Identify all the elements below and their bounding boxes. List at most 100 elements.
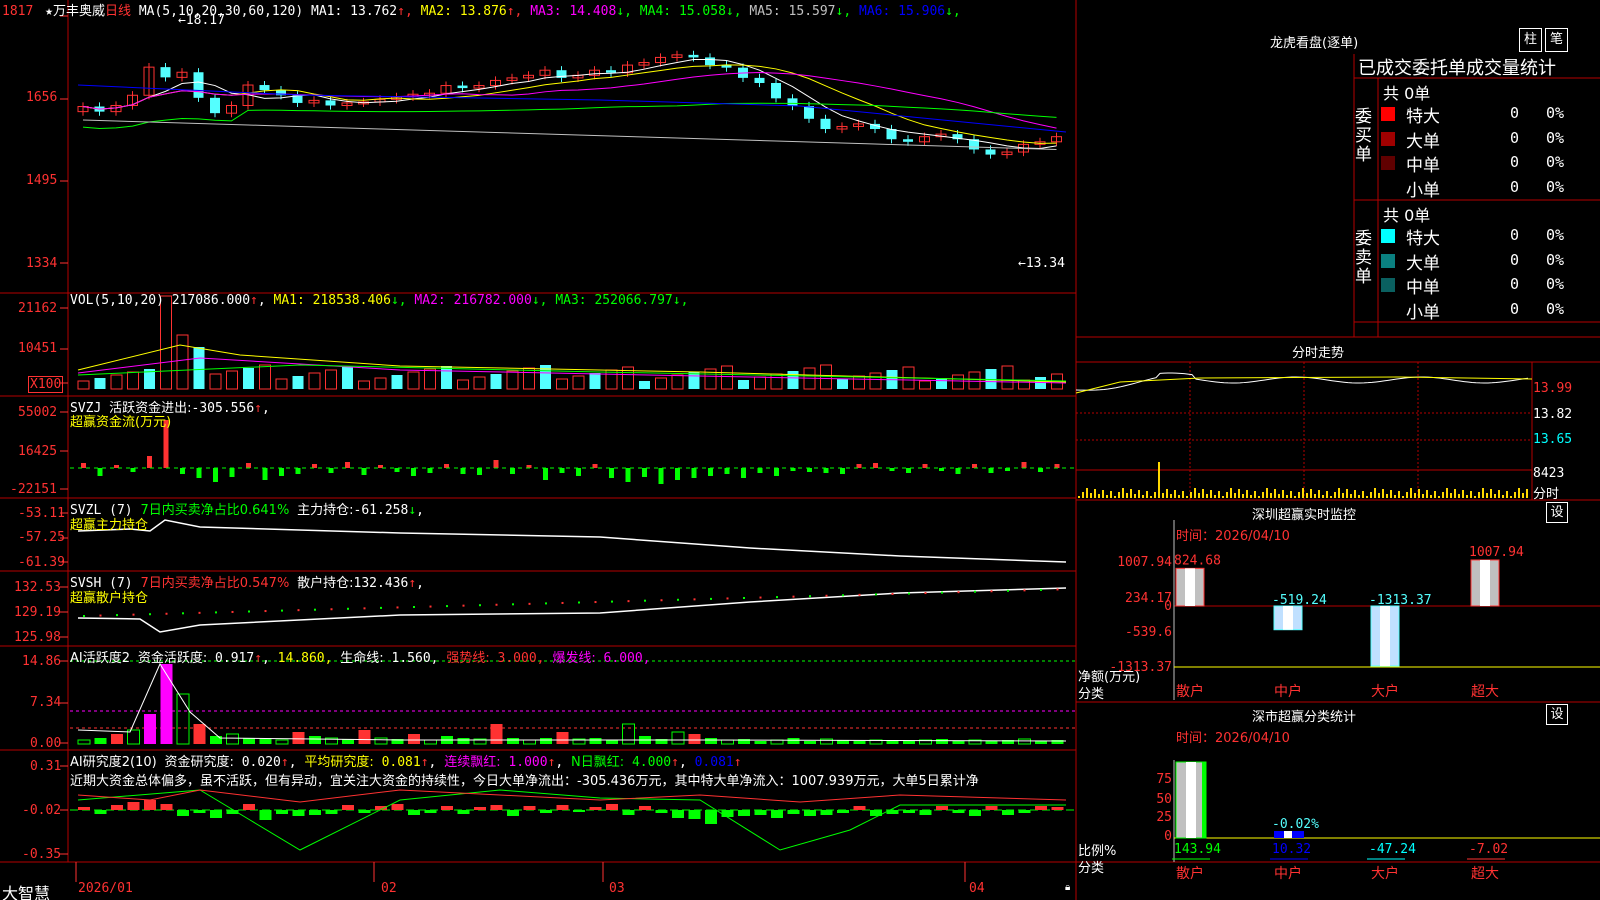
ai2-tick: -0.35 <box>22 847 62 862</box>
price-tick: 1334 <box>26 256 58 271</box>
intraday-vol-bar <box>1458 494 1460 498</box>
holding-dot <box>446 605 448 608</box>
activity-bar <box>622 723 635 745</box>
volume-bar <box>358 380 370 390</box>
activity-bar <box>1035 741 1047 744</box>
ss-settings-button[interactable]: 设 <box>1546 704 1568 725</box>
color-swatch <box>1381 156 1395 170</box>
flow-bar <box>130 468 136 472</box>
svzl-tick: -57.25 <box>18 530 65 545</box>
candle-body <box>193 72 204 98</box>
research-bar <box>177 810 189 816</box>
holding-dot <box>495 603 498 606</box>
holding-dot <box>924 592 927 595</box>
volume-bar <box>721 365 733 390</box>
activity-bar <box>259 739 272 744</box>
vol-ma-label: MA3: <box>547 293 595 308</box>
ss-value-label: 10.32 <box>1272 842 1311 857</box>
sz-bar-label: -519.24 <box>1272 593 1327 608</box>
ma-arrow: ↓, <box>835 4 852 19</box>
intraday-vol-bar <box>1498 490 1500 498</box>
intraday-vol-bar <box>1442 492 1444 498</box>
research-bar <box>705 810 717 824</box>
intraday-vol-bar <box>1090 493 1092 498</box>
activity-bar <box>457 738 470 744</box>
star-icon[interactable]: ★ <box>45 4 53 19</box>
flow-bar <box>477 468 482 475</box>
volume-bar <box>770 373 783 390</box>
research-bar <box>969 810 981 816</box>
sz-settings-button[interactable]: 设 <box>1546 502 1568 523</box>
activity-bar <box>540 738 552 744</box>
research-bar <box>408 810 420 815</box>
volume-bar <box>473 376 486 390</box>
candle-body <box>804 106 814 119</box>
ai1-tick: 14.86 <box>22 654 62 669</box>
research-bar <box>919 810 932 815</box>
holding-dot <box>594 601 597 604</box>
research-bar <box>457 810 470 814</box>
intraday-vol-bar <box>1294 496 1296 498</box>
flow-bar <box>427 468 433 473</box>
ma-label: MA2: <box>412 4 460 19</box>
volume-bar <box>308 372 321 390</box>
column-mode-button[interactable]: 柱 <box>1519 28 1542 52</box>
intraday-vol-bar <box>1150 496 1152 498</box>
research-bar <box>556 805 569 810</box>
sz-bar-label: -1313.37 <box>1369 593 1432 608</box>
activity-bar <box>688 734 701 744</box>
research-bar <box>985 806 998 810</box>
vol-tick: 21162 <box>18 301 58 316</box>
flow-bar <box>1038 468 1043 472</box>
ma-arrow: ↓, <box>725 4 742 19</box>
ma-value: 15.058 <box>678 4 726 19</box>
holding-dot <box>858 593 861 596</box>
research-bar <box>490 805 503 810</box>
research-bar <box>655 810 668 813</box>
research-bar <box>78 807 90 810</box>
research-bar <box>193 810 206 813</box>
volume-bar <box>457 379 469 390</box>
holding-dot <box>314 608 316 611</box>
flow-bar <box>196 468 202 478</box>
intraday-tick: 13.65 <box>1533 432 1573 447</box>
svzj-subtitle: 超赢资金流(万元) <box>70 415 172 430</box>
ai1-tick: 0.00 <box>30 736 62 751</box>
date-label: 02 <box>381 881 397 896</box>
vol-ma-label: MA2: <box>406 293 454 308</box>
flow-bar <box>81 463 86 468</box>
activity-bar <box>556 732 569 744</box>
order-size-label: 中单 <box>1406 156 1440 176</box>
volume-bar <box>506 370 519 390</box>
intraday-vol-bar <box>1166 489 1168 498</box>
holding-dot <box>116 614 118 617</box>
intraday-vol-bar <box>1406 492 1408 498</box>
svzl-subtitle: 超赢主力持仓 <box>70 518 149 533</box>
holding-dot <box>330 608 333 611</box>
order-count: 0 <box>1510 128 1520 147</box>
flow-bar <box>807 468 812 472</box>
ma-arrow: ↑, <box>397 4 413 19</box>
lock-icon[interactable]: 🔒︎ <box>1065 882 1070 893</box>
intraday-vol-bar <box>1350 494 1352 498</box>
activity-bar <box>523 739 536 745</box>
intraday-vol-bar <box>1338 488 1340 498</box>
sz-category: 大户 <box>1371 683 1399 700</box>
intraday-vol-bar <box>1214 495 1216 498</box>
period-label[interactable]: 日线 <box>105 4 131 19</box>
activity-bar <box>309 736 321 744</box>
intraday-vol-bar <box>1422 494 1424 498</box>
intraday-vol-bar <box>1266 488 1268 498</box>
research-bar <box>738 810 750 816</box>
order-count: 0 <box>1510 299 1520 318</box>
ss-time: 时间：2026/04/10 <box>1176 731 1290 746</box>
tick-mode-button[interactable]: 笔 <box>1545 28 1568 52</box>
activity-bar <box>144 714 156 744</box>
flow-bar <box>229 468 235 477</box>
stock-name[interactable]: 万丰奥威 <box>53 4 105 19</box>
intraday-vol-bar <box>1366 496 1368 498</box>
intraday-vol-bar <box>1342 493 1344 498</box>
svsh-subtitle: 超赢散户持仓 <box>70 591 149 606</box>
ss-inner-label: -0.02% <box>1272 817 1319 832</box>
brand-logo[interactable]: 大智慧 <box>2 880 50 900</box>
